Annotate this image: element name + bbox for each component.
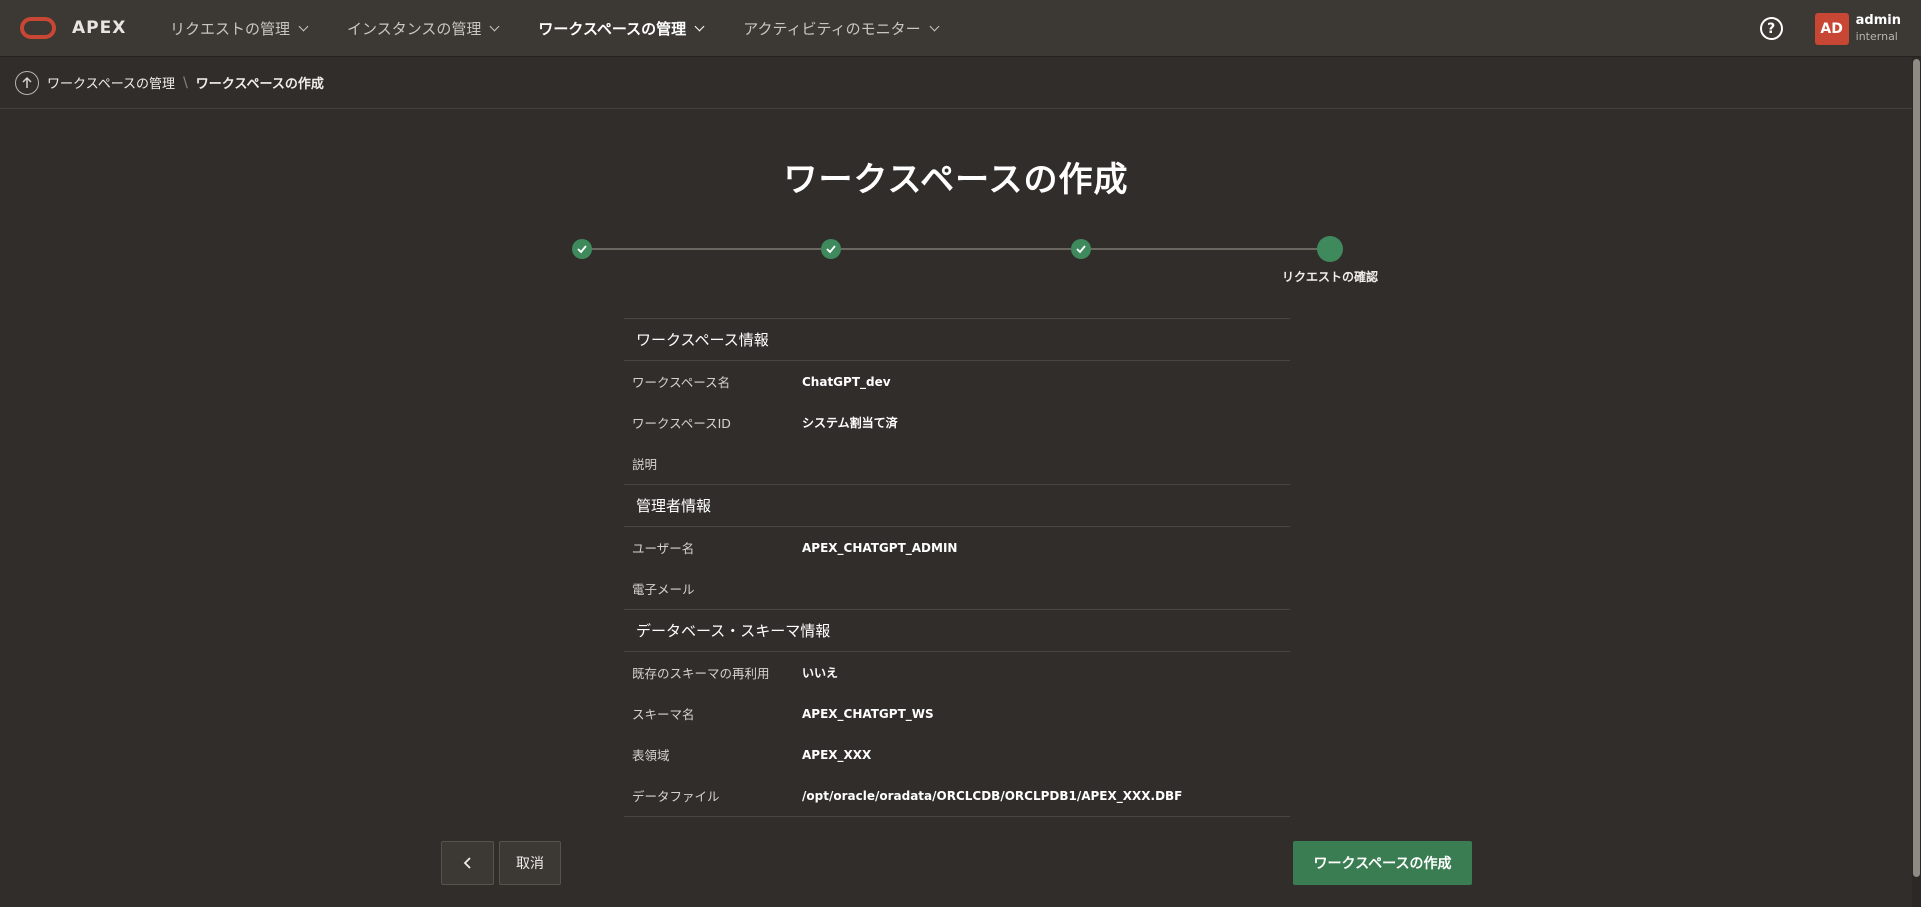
header-actions: ? AD admin internal	[1759, 0, 1901, 57]
chevron-down-icon	[929, 21, 940, 31]
arrow-up-icon[interactable]	[15, 70, 39, 95]
nav-label: リクエストの管理	[170, 19, 291, 38]
summary-row: 電子メール	[624, 568, 1290, 609]
summary-row: 既存のスキーマの再利用 いいえ	[624, 652, 1290, 693]
page-title: ワークスペースの作成	[783, 160, 1129, 200]
wizard-step-2-complete	[821, 239, 841, 259]
row-label: スキーマ名	[632, 707, 695, 722]
create-workspace-button[interactable]: ワークスペースの作成	[1293, 841, 1472, 885]
request-summary: ワークスペース情報 ワークスペース名 ChatGPT_dev ワークスペースID…	[624, 318, 1290, 817]
chevron-down-icon	[298, 21, 309, 31]
row-value: ChatGPT_dev	[802, 374, 891, 389]
wizard-step-1-complete	[572, 239, 592, 259]
row-value: APEX_CHATGPT_WS	[802, 706, 934, 721]
avatar[interactable]: AD	[1814, 12, 1849, 45]
summary-row: 表領域 APEX_XXX	[624, 734, 1290, 775]
wizard-step-4-current	[1317, 236, 1343, 262]
row-label: ワークスペースID	[632, 416, 731, 431]
breadcrumb-parent-link[interactable]: ワークスペースの管理	[47, 73, 175, 92]
nav-manage-instance[interactable]: インスタンスの管理	[327, 0, 518, 57]
row-value: /opt/oracle/oradata/ORCLCDB/ORCLPDB1/APE…	[802, 788, 1183, 803]
row-label: 既存のスキーマの再利用	[632, 666, 770, 681]
nav-label: インスタンスの管理	[347, 19, 482, 38]
previous-button[interactable]	[441, 841, 494, 885]
top-navigation-bar: APEX リクエストの管理 インスタンスの管理 ワークスペースの管理 アクティビ…	[0, 0, 1921, 57]
summary-row: スキーマ名 APEX_CHATGPT_WS	[624, 693, 1290, 734]
database-schema-heading: データベース・スキーマ情報	[624, 609, 1290, 652]
page-scrollbar[interactable]	[1912, 57, 1921, 907]
user-name: admin	[1855, 12, 1901, 28]
nav-manage-workspaces[interactable]: ワークスペースの管理	[518, 0, 723, 57]
row-value: APEX_CHATGPT_ADMIN	[802, 540, 958, 555]
breadcrumb-current: ワークスペースの作成	[195, 77, 324, 92]
user-workspace: internal	[1855, 29, 1898, 43]
wizard-step-4-label: リクエストの確認	[1281, 270, 1378, 284]
check-icon	[1076, 245, 1086, 254]
app-name: APEX	[72, 18, 127, 38]
apex-logo[interactable]: APEX	[20, 17, 150, 39]
chevron-down-icon	[694, 21, 705, 31]
breadcrumb: ワークスペースの管理 \ ワークスペースの作成	[0, 57, 1921, 109]
row-label: ワークスペース名	[632, 375, 731, 390]
chevron-left-icon	[463, 857, 471, 869]
help-icon[interactable]: ?	[1759, 17, 1783, 40]
summary-row: ユーザー名 APEX_CHATGPT_ADMIN	[624, 527, 1290, 568]
row-label: データファイル	[632, 789, 720, 804]
cancel-button[interactable]: 取消	[499, 841, 561, 885]
row-label: 説明	[632, 457, 658, 472]
progress-track	[582, 248, 1330, 250]
user-menu[interactable]: admin internal	[1856, 13, 1901, 45]
row-value: いいえ	[802, 666, 839, 680]
chevron-down-icon	[489, 21, 500, 31]
summary-row: ワークスペース名 ChatGPT_dev	[624, 361, 1290, 402]
wizard-step-3-complete	[1071, 239, 1091, 259]
summary-row: 説明	[624, 443, 1290, 484]
main-nav: リクエストの管理 インスタンスの管理 ワークスペースの管理 アクティビティのモニ…	[150, 0, 958, 57]
breadcrumb-separator: \	[183, 74, 188, 91]
summary-row: データファイル /opt/oracle/oradata/ORCLCDB/ORCL…	[624, 775, 1290, 816]
scrollbar-thumb[interactable]	[1913, 59, 1920, 877]
row-value: APEX_XXX	[802, 747, 872, 762]
oracle-logo-icon	[20, 17, 56, 39]
check-icon	[577, 245, 587, 254]
nav-label: アクティビティのモニター	[743, 19, 921, 38]
nav-label: ワークスペースの管理	[538, 19, 687, 38]
summary-row: ワークスペースID システム割当て済	[624, 402, 1290, 443]
row-label: 電子メール	[632, 582, 695, 597]
summary-divider	[624, 816, 1290, 817]
nav-monitor-activity[interactable]: アクティビティのモニター	[723, 0, 957, 57]
workspace-info-heading: ワークスペース情報	[624, 318, 1290, 361]
row-label: 表領域	[632, 748, 670, 763]
row-label: ユーザー名	[632, 541, 695, 556]
nav-manage-requests[interactable]: リクエストの管理	[150, 0, 327, 57]
admin-info-heading: 管理者情報	[624, 484, 1290, 527]
check-icon	[826, 245, 836, 254]
row-value: システム割当て済	[802, 416, 898, 430]
